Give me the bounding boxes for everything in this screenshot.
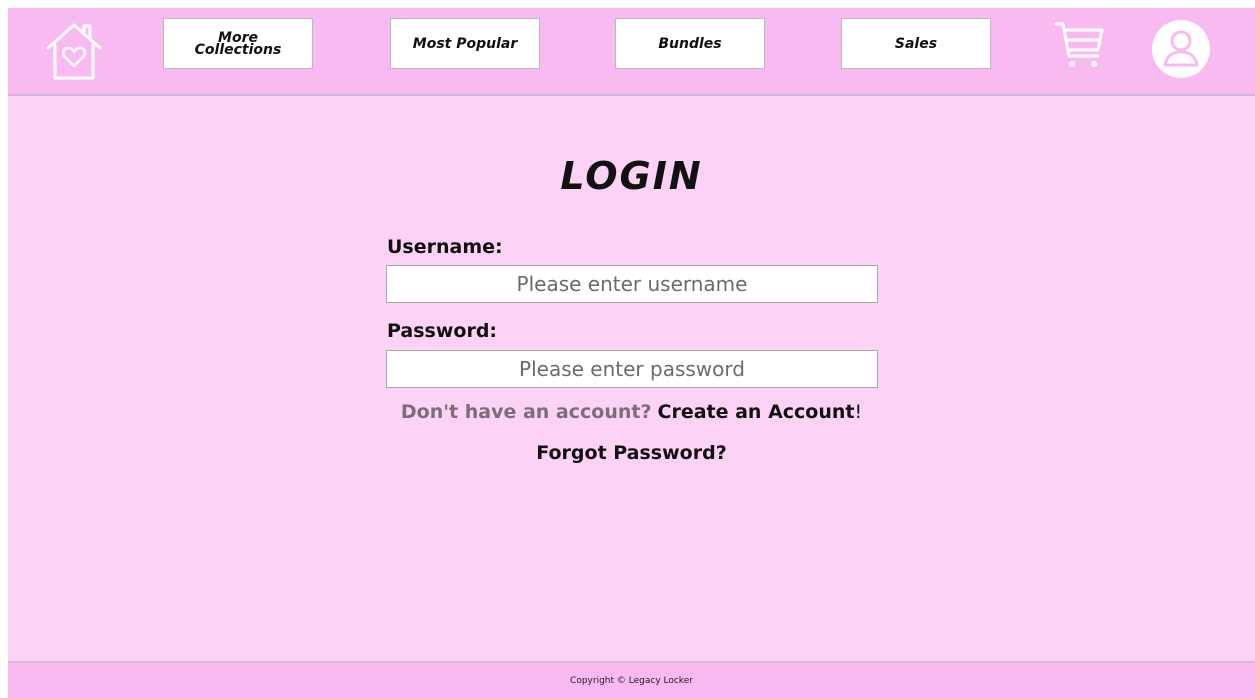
password-label: Password: (387, 320, 498, 342)
home-icon[interactable] (44, 20, 104, 82)
account-button[interactable] (1151, 19, 1211, 79)
user-avatar-icon (1152, 20, 1210, 78)
more-collections-button[interactable]: More Collections (163, 18, 313, 69)
copyright-text: Copyright © Legacy Locker (570, 675, 693, 686)
sales-button[interactable]: Sales (841, 18, 991, 69)
username-input[interactable] (386, 265, 878, 303)
create-account-link[interactable]: Create an Account (658, 401, 855, 423)
page-title: LOGIN (560, 154, 703, 198)
password-input[interactable] (386, 350, 878, 388)
footer: Copyright © Legacy Locker (8, 661, 1255, 698)
signup-line: Don't have an account? Create an Account! (8, 401, 1255, 423)
most-popular-button[interactable]: Most Popular (390, 18, 540, 69)
cart-button[interactable] (1054, 20, 1106, 72)
app-container: More Collections Most Popular Bundles Sa… (8, 8, 1255, 698)
username-label: Username: (387, 236, 503, 258)
shopping-cart-icon (1054, 22, 1104, 67)
bundles-button[interactable]: Bundles (615, 18, 765, 69)
signup-prompt: Don't have an account? (400, 401, 652, 423)
forgot-password-link[interactable]: Forgot Password? (536, 442, 726, 464)
top-navigation-bar: More Collections Most Popular Bundles Sa… (8, 8, 1255, 96)
forgot-password-row: Forgot Password? (8, 442, 1255, 464)
home-heart-icon (46, 23, 102, 80)
signup-exclaim: ! (854, 401, 863, 423)
